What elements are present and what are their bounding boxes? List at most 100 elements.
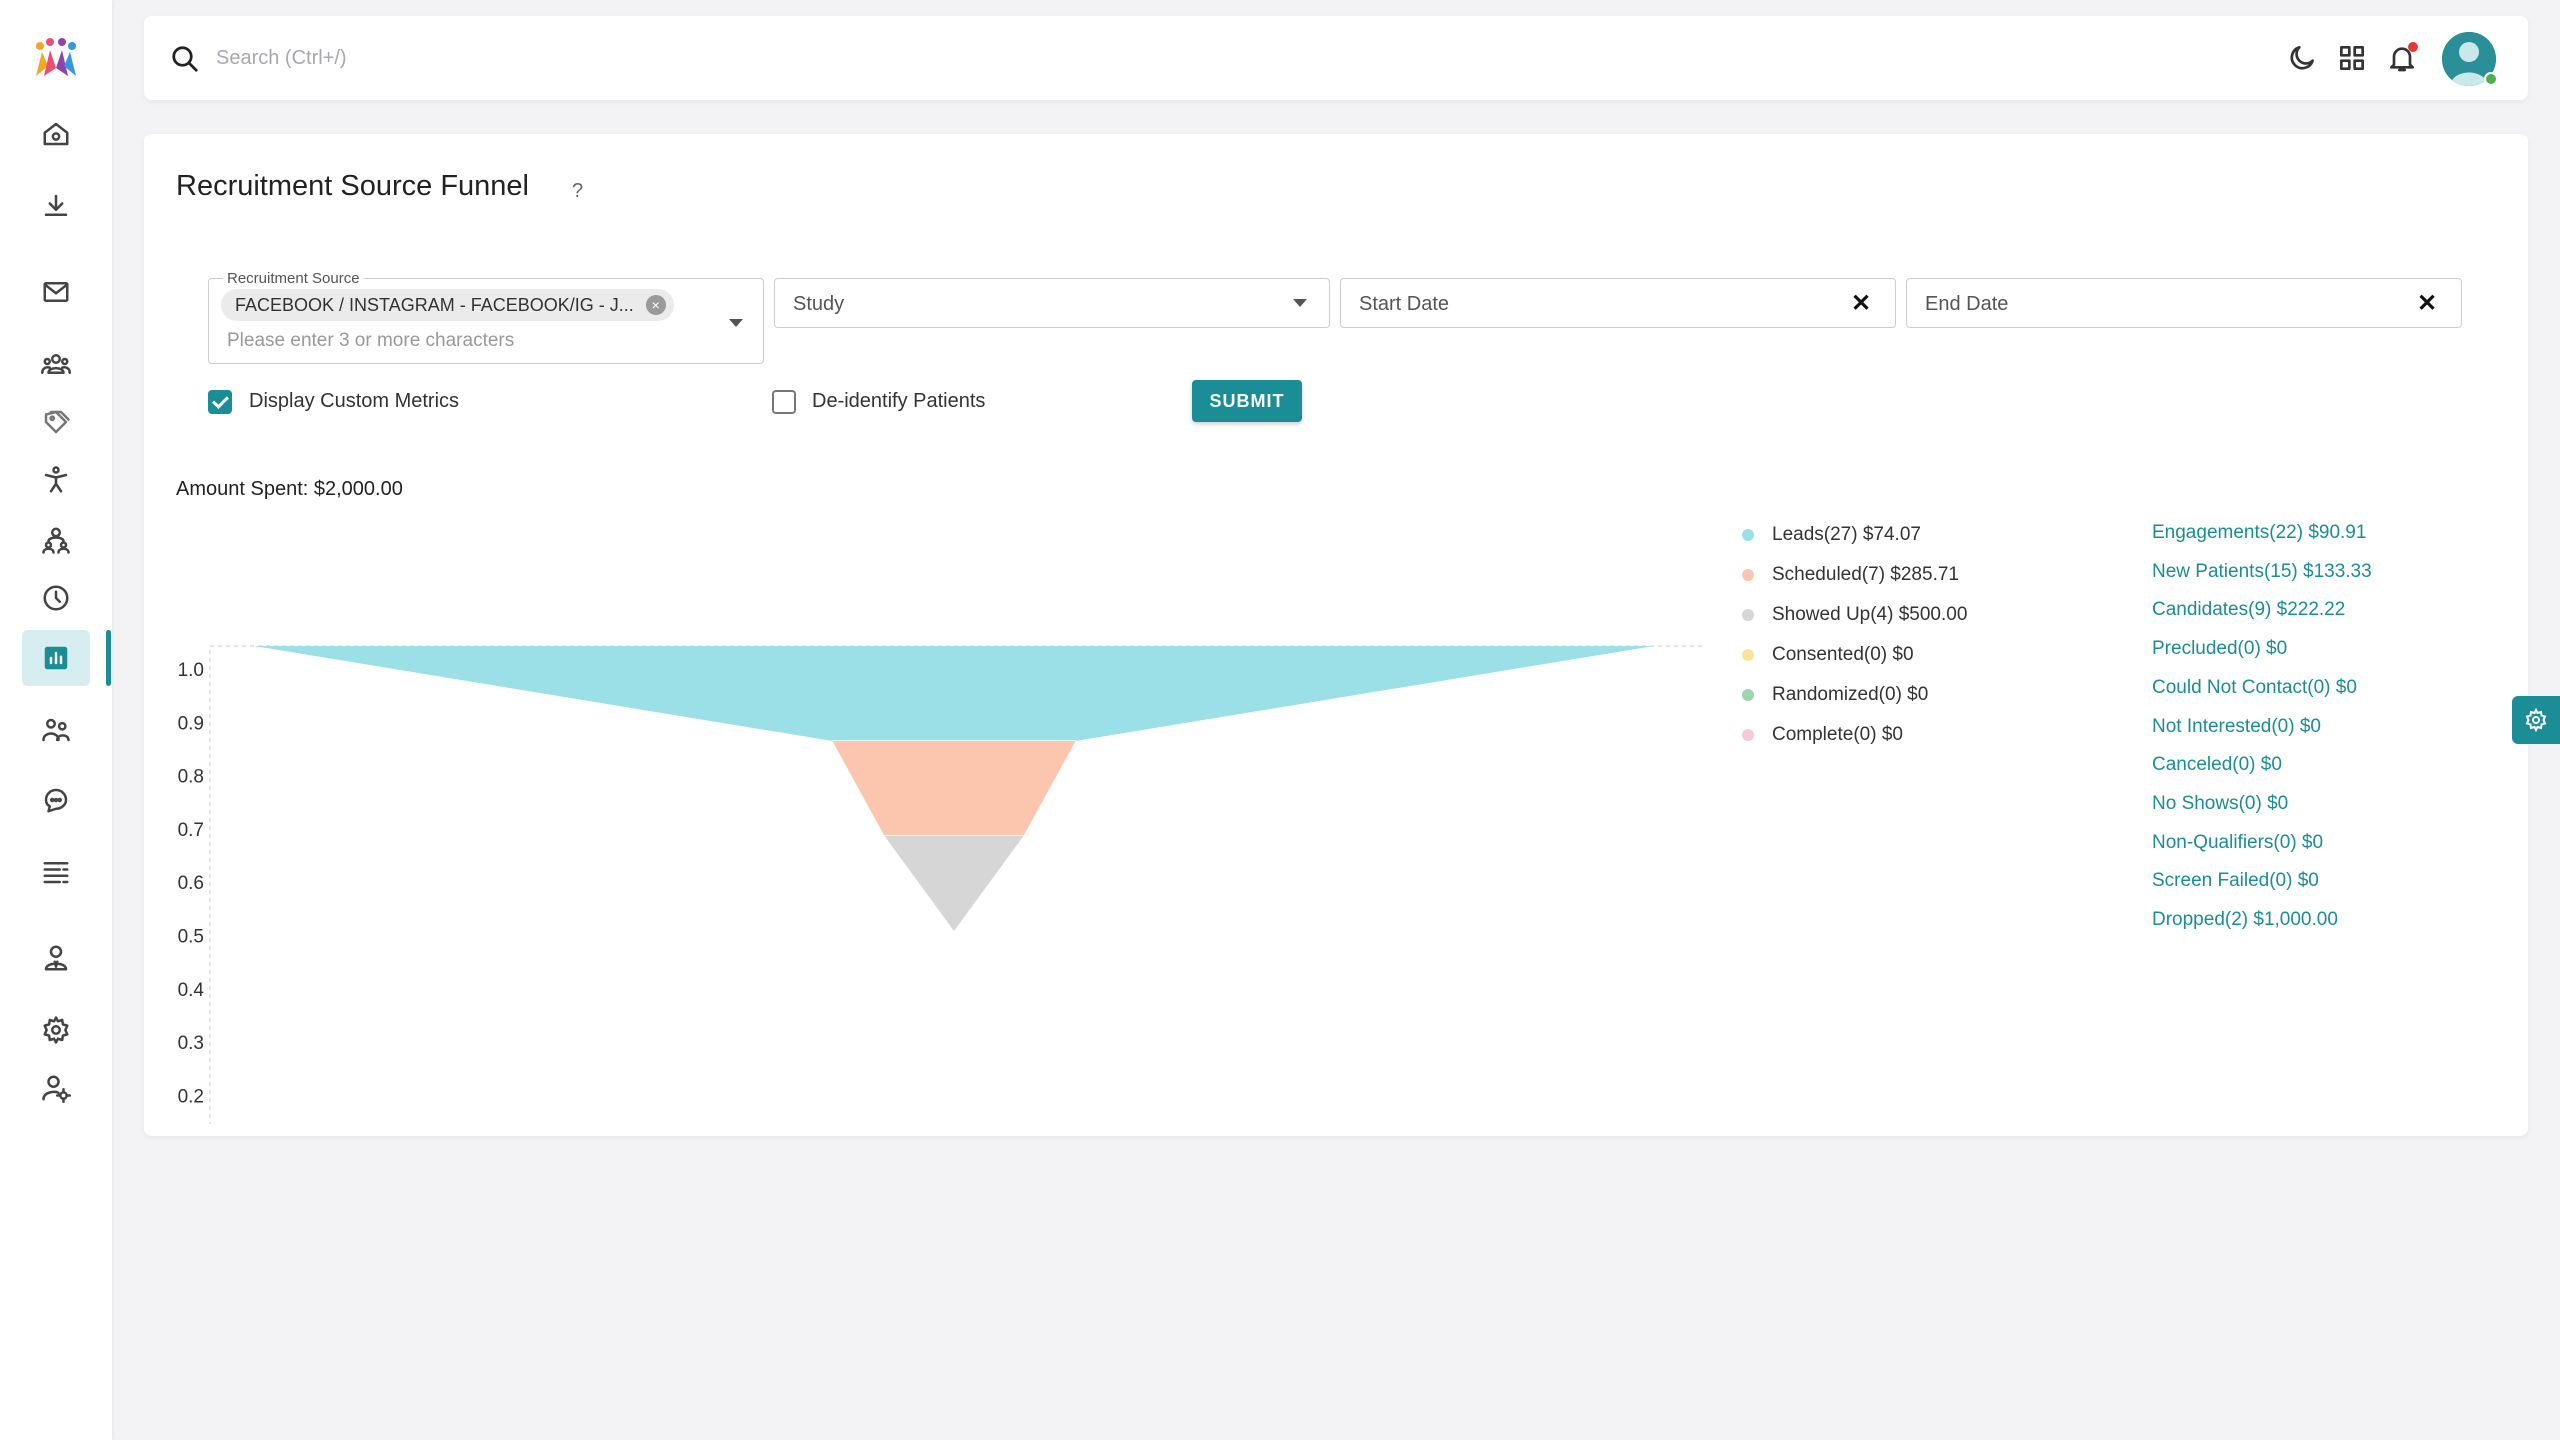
deidentify-patients-label[interactable]: De-identify Patients — [812, 390, 985, 413]
clear-start-date-icon[interactable]: ✕ — [1851, 289, 1871, 318]
custom-metric-item[interactable]: Could Not Contact(0) $0 — [2152, 677, 2357, 699]
legend-label: Consented(0) $0 — [1772, 644, 1914, 665]
sidebar-item-people[interactable] — [22, 702, 90, 758]
custom-metric-item[interactable]: New Patients(15) $133.33 — [2152, 561, 2372, 583]
end-date-placeholder: End Date — [1925, 293, 2009, 315]
study-select[interactable]: Study — [774, 278, 1330, 328]
clear-end-date-icon[interactable]: ✕ — [2417, 289, 2437, 318]
funnel-segment-showed-up[interactable] — [884, 836, 1024, 931]
y-tick-label: 0.6 — [178, 873, 204, 894]
sidebar-item-list[interactable] — [22, 844, 90, 900]
funnel-report-card: Recruitment Source Funnel ? Recruitment … — [144, 134, 2528, 1136]
sidebar-item-user-settings[interactable] — [22, 1060, 90, 1116]
mail-icon — [43, 282, 69, 302]
custom-metric-item[interactable]: Not Interested(0) $0 — [2152, 716, 2321, 738]
sidebar-item-mail[interactable] — [22, 264, 90, 320]
start-date-field[interactable]: Start Date ✕ — [1340, 278, 1896, 328]
chip-remove-icon[interactable]: × — [645, 295, 666, 315]
chevron-down-icon[interactable] — [1293, 299, 1307, 307]
gear-icon — [43, 1016, 69, 1044]
sidebar-item-tags[interactable] — [22, 394, 90, 450]
tags-icon — [44, 410, 70, 434]
custom-metric-item[interactable]: Dropped(2) $1,000.00 — [2152, 909, 2338, 931]
y-tick-label: 0.7 — [178, 820, 204, 841]
legend-dot — [1742, 569, 1754, 581]
download-icon — [44, 194, 68, 216]
funnel-segment-leads[interactable] — [254, 646, 1654, 741]
legend-dot — [1742, 649, 1754, 661]
chat-icon — [44, 788, 68, 813]
top-bar — [144, 16, 2528, 100]
y-tick-label: 0.3 — [178, 1033, 204, 1054]
sidebar-item-chat[interactable] — [22, 772, 90, 828]
sidebar-item-settings[interactable] — [22, 1002, 90, 1058]
funnel-segment-scheduled[interactable] — [832, 741, 1076, 836]
recruitment-source-chip[interactable]: FACEBOOK / INSTAGRAM - FACEBOOK/IG - J..… — [221, 289, 674, 321]
legend-label: Scheduled(7) $285.71 — [1772, 564, 1959, 585]
user-group-icon — [42, 527, 70, 554]
sidebar-item-home[interactable] — [22, 106, 90, 162]
search-icon — [172, 46, 198, 72]
y-tick-label: 1.0 — [178, 660, 204, 681]
app-logo[interactable] — [30, 36, 82, 80]
custom-metric-item[interactable]: Precluded(0) $0 — [2152, 638, 2287, 660]
customizer-settings-button[interactable] — [2512, 696, 2560, 744]
notifications-button[interactable] — [2386, 42, 2418, 74]
custom-metric-item[interactable]: Candidates(9) $222.22 — [2152, 599, 2345, 621]
sidebar-item-reports[interactable] — [22, 630, 90, 686]
custom-metric-item[interactable]: Screen Failed(0) $0 — [2152, 870, 2319, 892]
custom-metric-item[interactable]: Canceled(0) $0 — [2152, 754, 2282, 776]
search-input[interactable] — [216, 38, 1116, 78]
custom-metric-item[interactable]: No Shows(0) $0 — [2152, 793, 2288, 815]
user-settings-icon — [42, 1075, 71, 1103]
display-custom-metrics-label[interactable]: Display Custom Metrics — [249, 390, 459, 413]
display-custom-metrics-checkbox[interactable] — [208, 390, 232, 414]
y-tick-label: 0.8 — [178, 767, 204, 788]
bar-chart-icon — [44, 646, 68, 670]
sidebar-item-history[interactable] — [22, 570, 90, 626]
legend-label: Randomized(0) $0 — [1772, 684, 1929, 705]
legend-label: Complete(0) $0 — [1772, 724, 1903, 745]
help-icon[interactable]: ? — [572, 180, 583, 203]
legend-item[interactable]: Showed Up(4) $500.00 — [1742, 604, 1967, 626]
legend-item[interactable]: Randomized(0) $0 — [1742, 684, 1928, 706]
recruitment-source-label: Recruitment Source — [223, 270, 364, 287]
legend-item[interactable]: Consented(0) $0 — [1742, 644, 1914, 666]
sidebar-item-downloads[interactable] — [22, 178, 90, 234]
apps-grid-icon — [2340, 45, 2364, 70]
dark-mode-toggle[interactable] — [2286, 42, 2318, 74]
legend-item[interactable]: Complete(0) $0 — [1742, 724, 1903, 746]
chevron-down-icon[interactable] — [729, 319, 743, 327]
recruitment-source-input[interactable] — [227, 327, 707, 355]
submit-button[interactable]: SUBMIT — [1192, 380, 1302, 422]
custom-metric-item[interactable]: Non-Qualifiers(0) $0 — [2152, 832, 2323, 854]
online-status-dot — [2484, 72, 2498, 86]
legend-dot — [1742, 729, 1754, 741]
notification-badge — [2408, 42, 2418, 52]
apps-button[interactable] — [2336, 42, 2368, 74]
list-icon — [43, 862, 69, 884]
legend-label: Leads(27) $74.07 — [1772, 524, 1921, 545]
sidebar-item-user-group[interactable] — [22, 512, 90, 568]
legend-dot — [1742, 529, 1754, 541]
home-icon — [43, 122, 69, 146]
sidebar — [0, 0, 112, 1440]
y-tick-label: 0.2 — [178, 1086, 204, 1107]
users-icon — [41, 354, 71, 374]
amount-spent: Amount Spent: $2,000.00 — [176, 478, 403, 500]
start-date-placeholder: Start Date — [1359, 293, 1450, 315]
y-tick-label: 0.5 — [178, 927, 204, 948]
end-date-field[interactable]: End Date ✕ — [1906, 278, 2462, 328]
legend-item[interactable]: Leads(27) $74.07 — [1742, 524, 1921, 546]
gear-icon — [2525, 708, 2547, 732]
custom-metric-item[interactable]: Engagements(22) $90.91 — [2152, 522, 2366, 544]
sidebar-item-accessibility[interactable] — [22, 452, 90, 508]
clock-icon — [43, 585, 69, 611]
recruitment-source-select[interactable]: Recruitment Source FACEBOOK / INSTAGRAM … — [208, 270, 764, 364]
deidentify-patients-checkbox[interactable] — [772, 390, 796, 414]
people-icon — [42, 718, 70, 742]
sidebar-item-users[interactable] — [22, 336, 90, 392]
legend-item[interactable]: Scheduled(7) $285.71 — [1742, 564, 1959, 586]
active-indicator — [106, 630, 111, 686]
sidebar-item-staff[interactable] — [22, 930, 90, 986]
